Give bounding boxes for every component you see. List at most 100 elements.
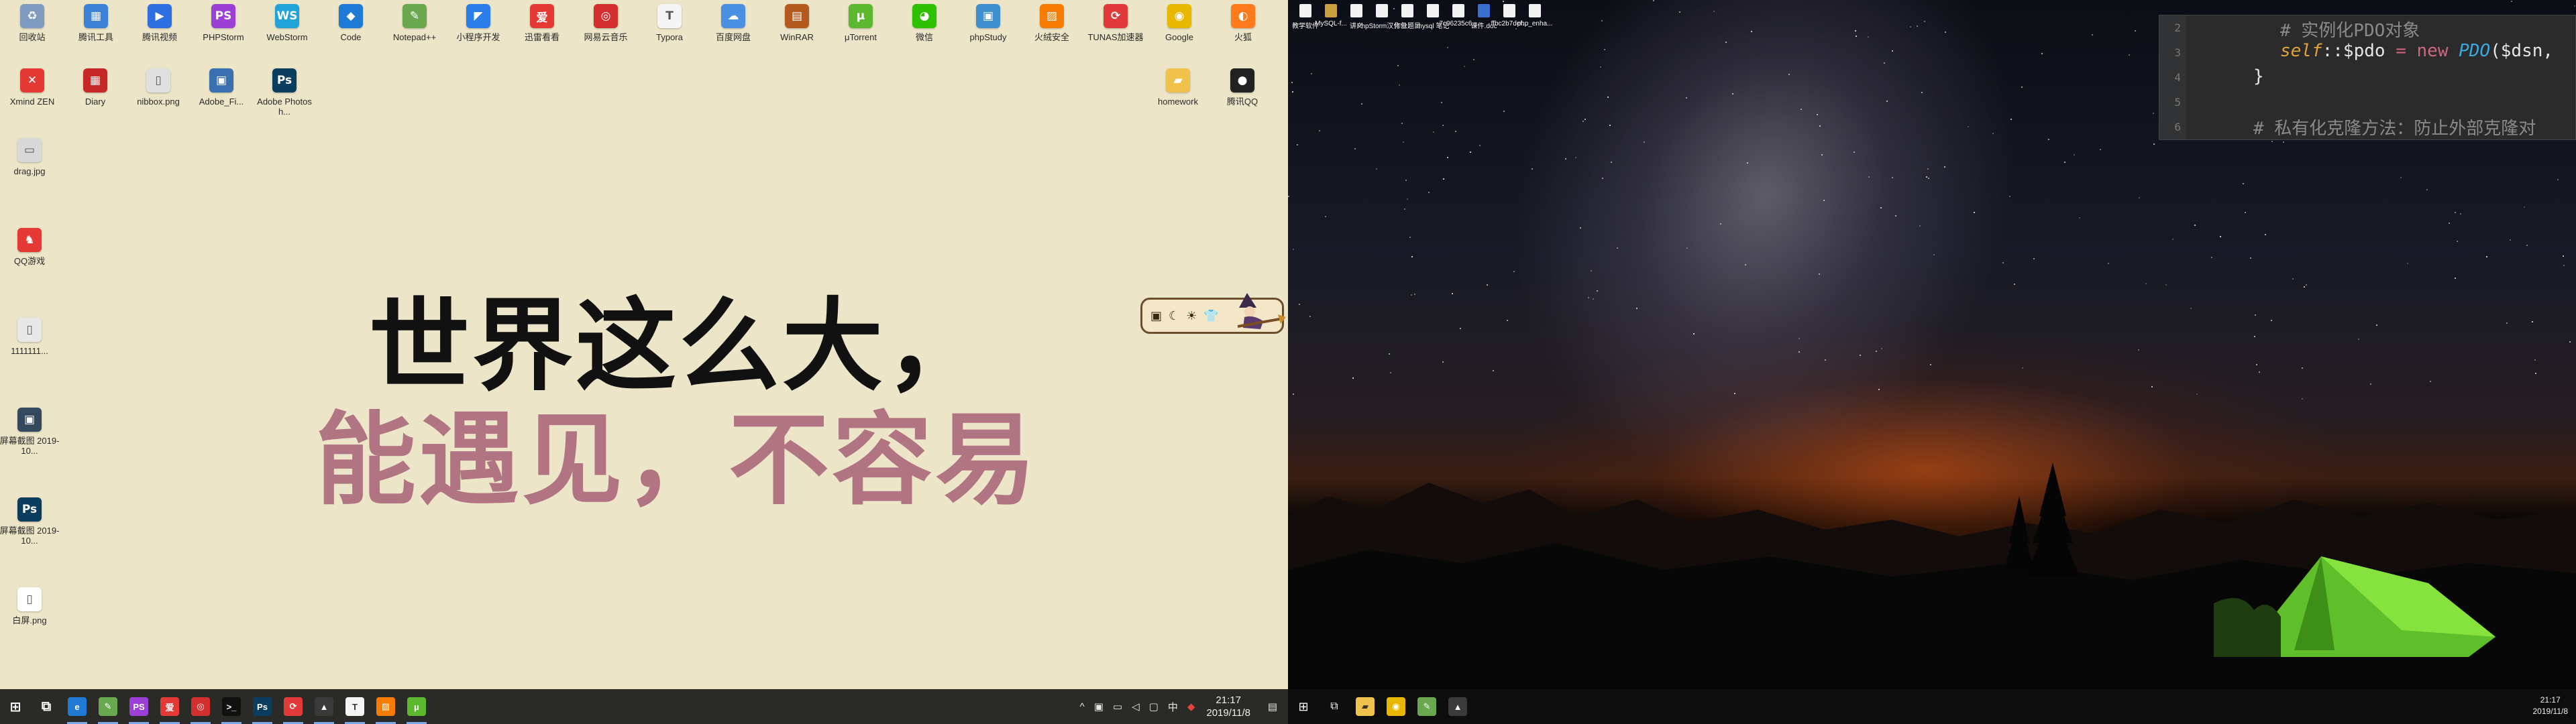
volume-icon[interactable]: ◁	[1132, 701, 1140, 713]
star	[2557, 179, 2559, 180]
desktop-shortcut[interactable]: ▨ 火绒安全	[1020, 0, 1084, 56]
desktop-shortcut[interactable]: ▣ phpStudy	[956, 0, 1020, 56]
tools-icon: ▦	[84, 4, 108, 28]
star	[2506, 322, 2508, 324]
star	[2092, 34, 2093, 36]
ime-indicator[interactable]: 中	[1168, 700, 1178, 714]
desktop-shortcut[interactable]: php_enha...	[1517, 3, 1552, 46]
desktop-shortcut[interactable]: ● 腾讯QQ	[1210, 64, 1275, 121]
star	[2100, 149, 2101, 150]
phpstorm-app[interactable]: PS	[123, 689, 154, 724]
edge-app[interactable]: e	[62, 689, 93, 724]
start-button[interactable]: ⊞	[1288, 689, 1319, 724]
star	[1299, 304, 1300, 305]
desktop-shortcut[interactable]: ▦ 腾讯工具	[64, 0, 128, 56]
desktop-shortcut[interactable]: ◆ Code	[319, 0, 383, 56]
desktop-shortcut[interactable]: ✕ Xmind ZEN	[0, 64, 64, 121]
typora-app[interactable]: T	[339, 689, 370, 724]
moon-icon[interactable]: ☾	[1169, 309, 1179, 323]
desktop-shortcut[interactable]: μ μTorrent	[828, 0, 893, 56]
battery-icon[interactable]: ▭	[1113, 701, 1122, 713]
star	[2569, 341, 2571, 343]
task-view-button[interactable]: ⧉	[1319, 689, 1350, 724]
browser-app[interactable]: ⟳	[278, 689, 309, 724]
desktop-shortcut[interactable]: ◤ 小程序开发	[446, 0, 511, 56]
video-app[interactable]: 爱	[154, 689, 185, 724]
start-button[interactable]: ⊞	[0, 689, 31, 724]
desktop-shortcut[interactable]: ◕ 微信	[892, 0, 957, 56]
screenshot-icon: ▣	[17, 408, 42, 432]
right-taskbar: ⊞ ⧉ ▰ ◉ ✎ ▲ 21:17 2019/11/8	[1288, 689, 2576, 724]
notepad-app[interactable]: ✎	[93, 689, 123, 724]
desktop-shortcut[interactable]: ♻ 回收站	[0, 0, 64, 56]
explorer-app-icon[interactable]: ▰	[1350, 689, 1381, 724]
calendar-icon: ▦	[83, 68, 107, 93]
photos-app-icon[interactable]: ▲	[1442, 689, 1473, 724]
installer-icon: ▣	[209, 68, 233, 93]
star	[1297, 144, 1298, 145]
chrome-app-icon[interactable]: ◉	[1381, 689, 1411, 724]
star	[1447, 47, 1448, 48]
desktop-shortcut[interactable]: WS WebStorm	[255, 0, 319, 56]
task-view-button[interactable]: ⧉	[31, 689, 62, 724]
desktop-shortcut[interactable]: PS PHPStorm	[191, 0, 256, 56]
network-icon[interactable]: ▢	[1149, 701, 1159, 713]
desktop-shortcut[interactable]: ☁ 百度网盘	[701, 0, 765, 56]
desktop-shortcut[interactable]: MySQL-f...	[1315, 3, 1347, 46]
desktop-shortcut[interactable]: Ps 屏幕截图 2019-10...	[0, 493, 62, 550]
desktop-shortcut[interactable]: ▤ WinRAR	[765, 0, 829, 56]
code-editor-window[interactable]: 2 3 4 5 6 # 实例化PDO对象 self::$pdo = new PD…	[2159, 15, 2576, 140]
desktop-shortcut[interactable]: 7c06235c6...	[1439, 3, 1478, 46]
star	[1503, 111, 1505, 112]
star	[1799, 351, 1800, 353]
desktop-shortcut[interactable]: ▯ 白屏.png	[0, 583, 62, 640]
tray-app-icon[interactable]: ▣	[1094, 701, 1104, 713]
desktop-shortcut[interactable]: 爱迅雷看看	[510, 0, 574, 56]
phpstorm-icon: PS	[129, 697, 148, 716]
desktop-shortcut[interactable]: ▦ Diary	[63, 64, 127, 121]
desktop-shortcut[interactable]: ▣ Adobe_Fi...	[189, 64, 254, 121]
taskbar-clock[interactable]: 21:17 2019/11/8	[1206, 694, 1250, 719]
notepad-app-icon[interactable]: ✎	[1411, 689, 1442, 724]
star	[1293, 394, 1294, 395]
desktop-shortcut[interactable]: ▶ 腾讯视频	[127, 0, 192, 56]
desktop-shortcut[interactable]: ◉ Google	[1147, 0, 1212, 56]
security-tray-icon[interactable]: ◆	[1187, 701, 1195, 713]
desktop-shortcut[interactable]: ♞ QQ游戏	[0, 224, 62, 280]
desktop-shortcut[interactable]: T Typora	[637, 0, 702, 56]
desktop-shortcut[interactable]: PhpStorm汉化包	[1357, 3, 1407, 46]
desktop-shortcut[interactable]: ▭ drag.jpg	[0, 134, 62, 190]
desktop-shortcut[interactable]: ✎ Notepad++	[382, 0, 447, 56]
firewall-app[interactable]: ▨	[370, 689, 401, 724]
terminal-app[interactable]: >_	[216, 689, 247, 724]
desktop-shortcut[interactable]: ◐ 火狐	[1211, 0, 1275, 56]
widget-item[interactable]: ▣	[1150, 309, 1162, 323]
desktop-shortcut[interactable]: ▣ 屏幕截图 2019-10...	[0, 404, 62, 460]
png-file-icon: ▯	[17, 587, 42, 611]
desktop-shortcut[interactable]: ▰ homework	[1146, 64, 1210, 121]
sun-icon[interactable]: ☀	[1186, 309, 1197, 323]
photoshop-app[interactable]: Ps	[247, 689, 278, 724]
desktop-shortcut[interactable]: ⟳ TUNAS加速器	[1083, 0, 1148, 56]
photos-app[interactable]: ▲	[309, 689, 339, 724]
desktop-shortcut[interactable]: ◎ 网易云音乐	[574, 0, 638, 56]
desktop-shortcut[interactable]: ▯ 1111111...	[0, 314, 62, 370]
shirt-icon[interactable]: 👕	[1203, 309, 1218, 323]
star	[2256, 364, 2257, 365]
music-app[interactable]: ◎	[185, 689, 216, 724]
star	[2002, 262, 2004, 263]
desktop-shortcut-label: homework	[1158, 97, 1198, 107]
tray-chevron-icon[interactable]: ^	[1080, 701, 1085, 713]
desktop-shortcut[interactable]: Ps Adobe Photosh...	[252, 64, 317, 121]
desktop-widget[interactable]: ▣ ☾ ☀ 👕	[1140, 293, 1286, 334]
desktop-shortcut[interactable]: 教学软件	[1292, 3, 1319, 46]
torrent-app[interactable]: μ	[401, 689, 432, 724]
image-file-icon: ▯	[146, 68, 170, 93]
notification-center-icon[interactable]: ▤	[1257, 689, 1288, 724]
desktop-shortcut[interactable]: ▯ nibbox.png	[126, 64, 191, 121]
star	[2196, 394, 2198, 395]
right-taskbar-clock[interactable]: 21:17 2019/11/8	[2533, 695, 2569, 717]
star	[1600, 66, 1601, 68]
star	[1291, 82, 1293, 83]
star	[2021, 86, 2023, 88]
